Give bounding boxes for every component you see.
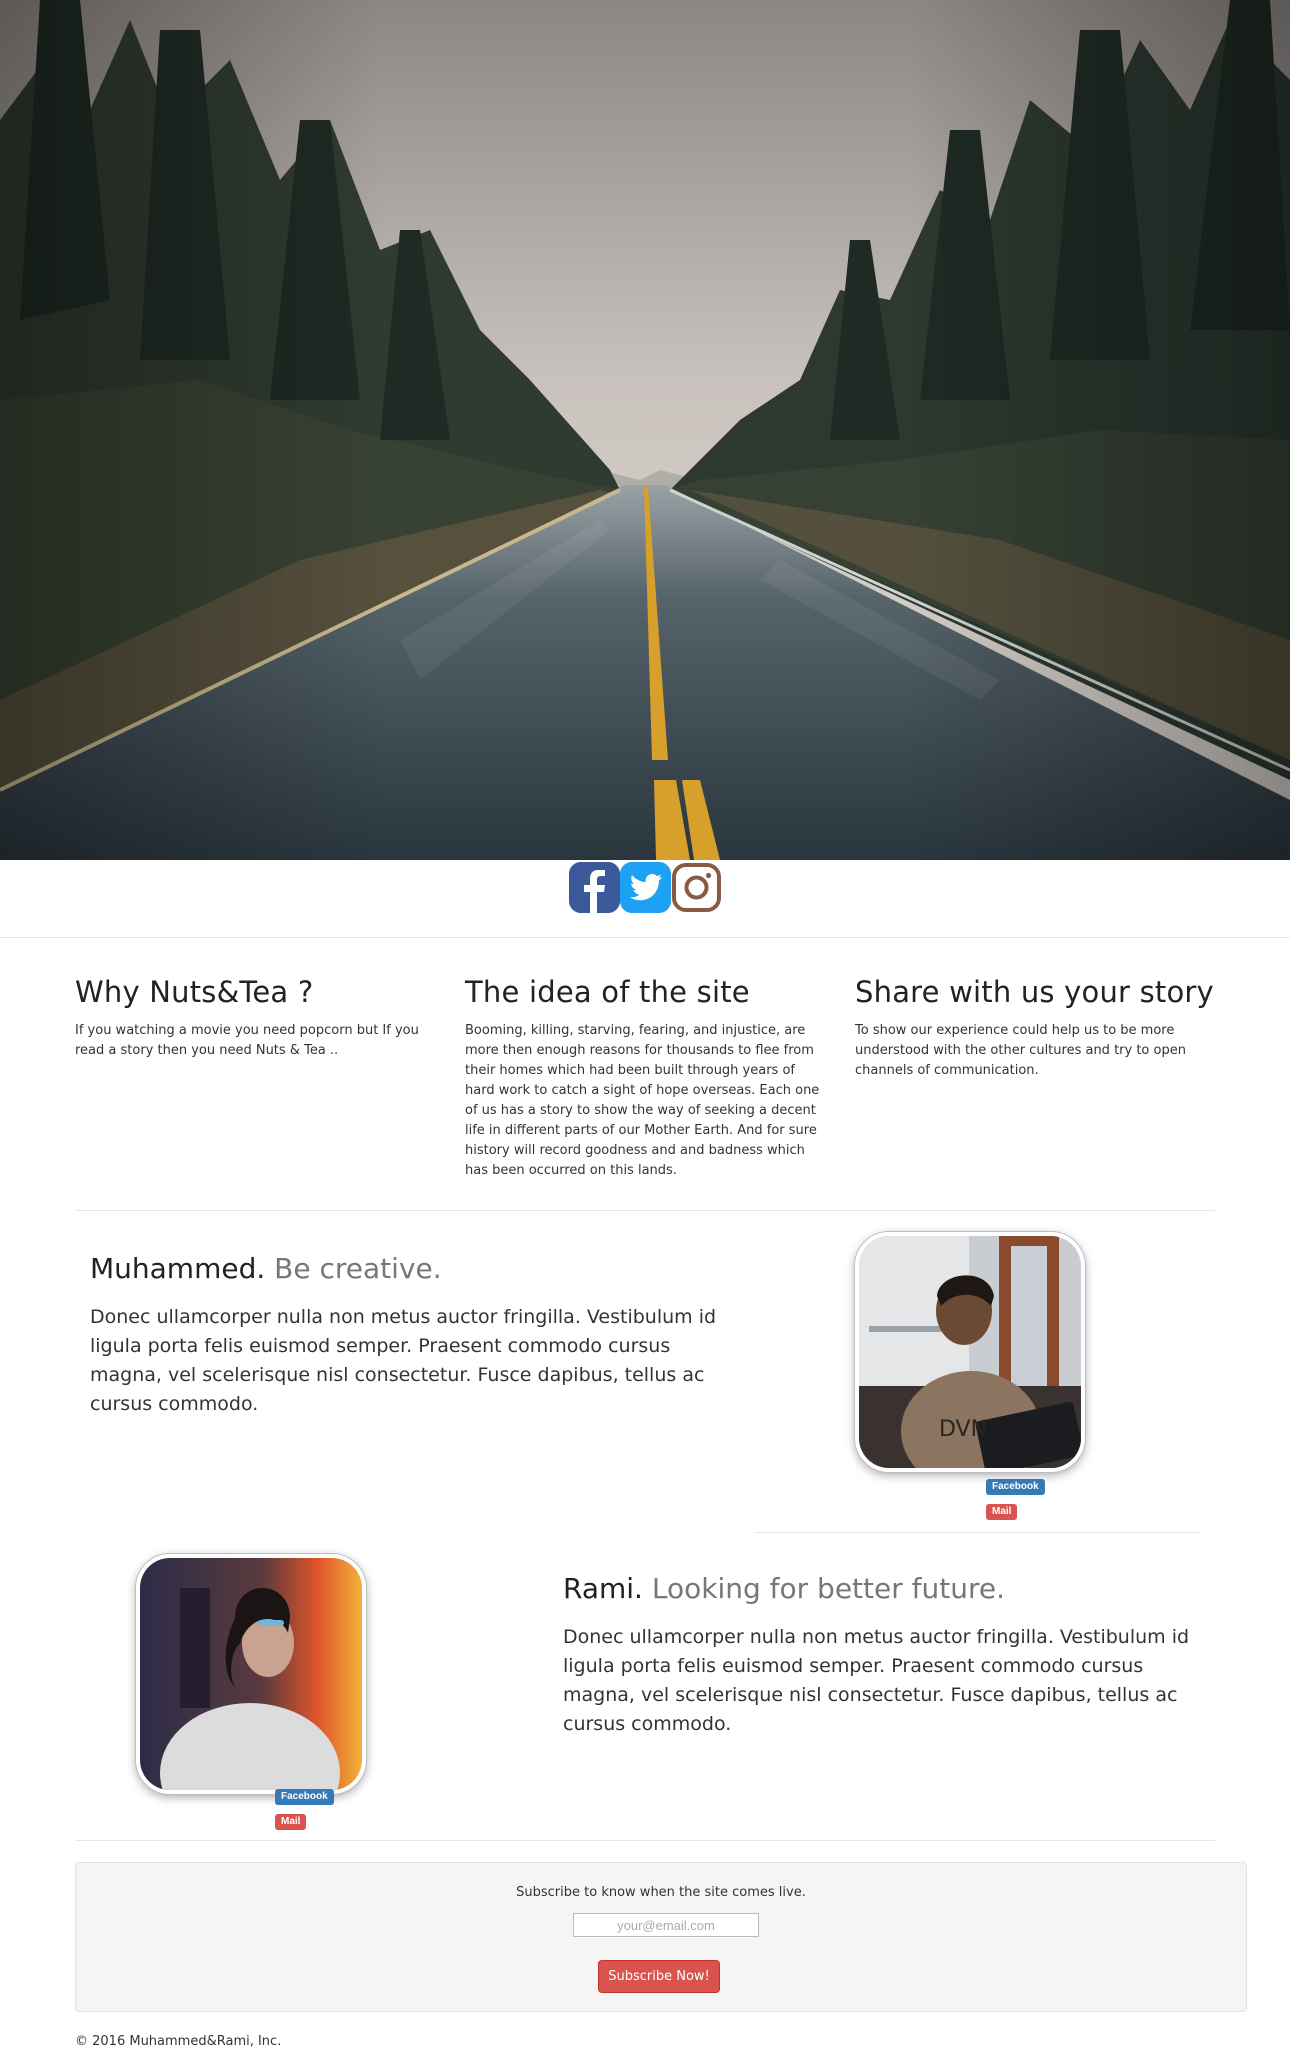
mail-badge[interactable]: Mail xyxy=(275,1814,307,1830)
person-name: Rami. xyxy=(563,1572,643,1605)
avatar-muhammed: DVN xyxy=(855,1232,1085,1472)
facebook-badge[interactable]: Facebook xyxy=(986,1479,1045,1495)
muhammed-links: Facebook Mail xyxy=(986,1474,1045,1520)
featurette-heading: Rami. Looking for better future. xyxy=(563,1572,1203,1605)
rami-links: Facebook Mail xyxy=(275,1784,334,1830)
person-text: Donec ullamcorper nulla non metus auctor… xyxy=(90,1306,717,1415)
feature-why: Why Nuts&Tea ? If you watching a movie y… xyxy=(75,975,435,1061)
feature-text: Booming, killing, starving, fearing, and… xyxy=(465,1023,820,1178)
divider xyxy=(0,937,1290,938)
feature-title: Why Nuts&Tea ? xyxy=(75,975,314,1009)
email-input[interactable] xyxy=(573,1913,759,1937)
feature-idea: The idea of the site Booming, killing, s… xyxy=(465,975,825,1181)
divider xyxy=(75,1210,1215,1211)
mail-badge[interactable]: Mail xyxy=(986,1504,1018,1520)
divider xyxy=(755,1532,1200,1533)
avatar-rami xyxy=(136,1554,366,1794)
person-text: Donec ullamcorper nulla non metus auctor… xyxy=(563,1626,1190,1735)
instagram-icon[interactable] xyxy=(671,862,722,913)
facebook-badge[interactable]: Facebook xyxy=(275,1789,334,1805)
person-tagline: Looking for better future. xyxy=(651,1572,1005,1605)
feature-text: If you watching a movie you need popcorn… xyxy=(75,1023,419,1058)
feature-text: To show our experience could help us to … xyxy=(855,1023,1186,1078)
person-tagline: Be creative. xyxy=(274,1252,442,1285)
hero-image xyxy=(0,0,1290,860)
feature-title: Share with us your story xyxy=(855,975,1214,1009)
facebook-icon[interactable] xyxy=(569,862,620,913)
twitter-icon[interactable] xyxy=(620,862,671,913)
subscribe-button[interactable]: Subscribe Now! xyxy=(598,1960,720,1993)
footer-copyright: © 2016 Muhammed&Rami, Inc. xyxy=(75,2034,282,2049)
feature-share: Share with us your story To show our exp… xyxy=(855,975,1215,1081)
feature-title: The idea of the site xyxy=(465,975,750,1009)
featurette-heading: Muhammed. Be creative. xyxy=(90,1252,730,1285)
person-name: Muhammed. xyxy=(90,1252,266,1285)
svg-text:DVN: DVN xyxy=(939,1417,987,1442)
featurette-muhammed: Muhammed. Be creative. Donec ullamcorper… xyxy=(90,1252,730,1419)
divider xyxy=(75,1840,1215,1841)
subscribe-panel: Subscribe to know when the site comes li… xyxy=(75,1862,1247,2012)
subscribe-text: Subscribe to know when the site comes li… xyxy=(516,1885,806,1900)
featurette-rami: Rami. Looking for better future. Donec u… xyxy=(563,1572,1203,1739)
